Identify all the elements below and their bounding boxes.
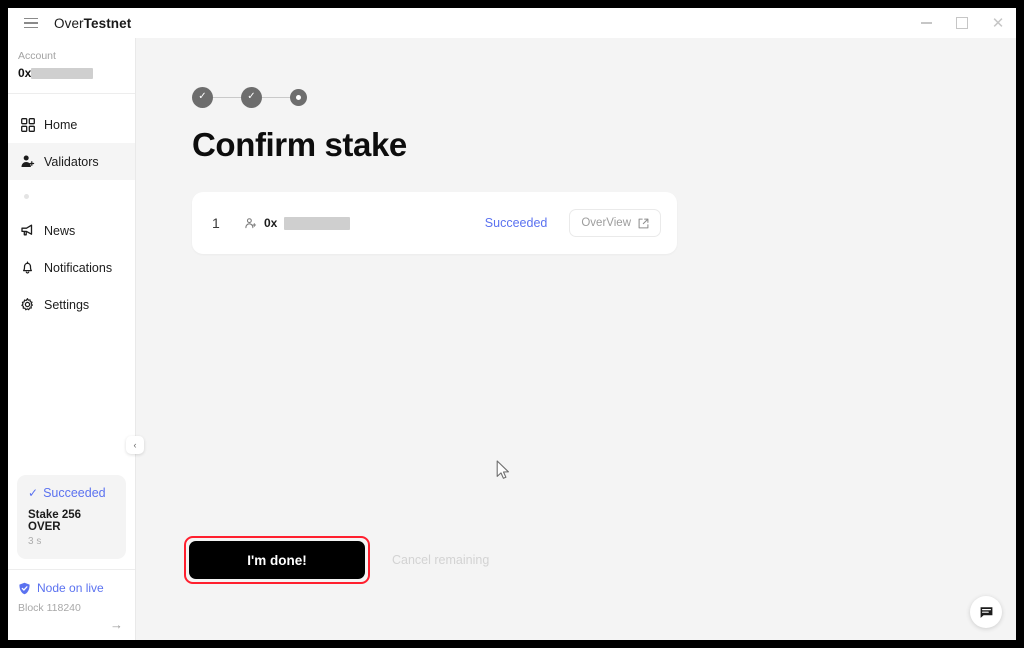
sidebar-item-notifications[interactable]: Notifications bbox=[8, 249, 135, 286]
main-content: ✓ ✓ Confirm stake 1 0x Succeeded OverVie… bbox=[136, 38, 1016, 640]
chat-button[interactable] bbox=[970, 596, 1002, 628]
external-link-icon bbox=[638, 218, 649, 229]
stepper: ✓ ✓ bbox=[192, 86, 1016, 108]
grid-icon bbox=[20, 117, 35, 132]
hamburger-icon[interactable] bbox=[16, 8, 46, 38]
node-status-section[interactable]: Node on live Block 118240 → bbox=[8, 569, 135, 640]
validator-status: Succeeded bbox=[484, 216, 548, 230]
sidebar-item-label: News bbox=[44, 223, 76, 238]
node-detail-arrow-icon[interactable]: → bbox=[18, 618, 125, 631]
sidebar: Account 0x Home Validators News Notifica… bbox=[8, 38, 144, 640]
sidebar-item-home[interactable]: Home bbox=[8, 106, 135, 143]
step-1-complete[interactable]: ✓ bbox=[192, 86, 213, 108]
status-toast[interactable]: ✓ Succeeded Stake 256 OVER 3 s bbox=[17, 475, 126, 559]
step-2-complete[interactable]: ✓ bbox=[241, 86, 262, 108]
sidebar-item-label: Settings bbox=[44, 297, 90, 312]
cancel-remaining-link[interactable]: Cancel remaining bbox=[392, 553, 489, 567]
toast-status: ✓ Succeeded bbox=[28, 486, 115, 500]
check-icon: ✓ bbox=[247, 91, 256, 102]
app-title-regular: Over bbox=[54, 15, 84, 31]
shield-check-icon bbox=[18, 582, 31, 595]
overview-button-label: OverView bbox=[581, 217, 631, 229]
node-status-label: Node on live bbox=[37, 581, 104, 595]
title-bar: OverTestnet ✕ bbox=[8, 8, 1016, 38]
validator-address-prefix: 0x bbox=[264, 216, 278, 230]
node-block-number: Block 118240 bbox=[18, 602, 81, 614]
check-icon: ✓ bbox=[28, 486, 39, 500]
mouse-cursor bbox=[496, 460, 512, 487]
node-status: Node on live bbox=[18, 581, 125, 595]
sidebar-item-label: Notifications bbox=[44, 260, 113, 275]
sidebar-item-validators[interactable]: Validators bbox=[8, 143, 135, 180]
account-address-redacted bbox=[31, 67, 94, 79]
overview-button[interactable]: OverView bbox=[569, 209, 661, 237]
toast-status-label: Succeeded bbox=[43, 486, 106, 500]
validator-address-redacted bbox=[284, 216, 351, 230]
toast-elapsed: 3 s bbox=[28, 536, 42, 547]
close-button[interactable]: ✕ bbox=[980, 8, 1016, 38]
megaphone-icon bbox=[20, 223, 35, 238]
maximize-button[interactable] bbox=[944, 8, 980, 38]
minimize-button[interactable] bbox=[908, 8, 944, 38]
action-bar: I'm done! Cancel remaining bbox=[184, 536, 489, 584]
validator-address: 0x bbox=[244, 216, 351, 230]
validator-index: 1 bbox=[212, 215, 220, 231]
sidebar-item-placeholder[interactable] bbox=[8, 180, 135, 212]
check-icon: ✓ bbox=[198, 91, 207, 102]
sidebar-item-label: Home bbox=[44, 117, 78, 132]
sidebar-item-label: Validators bbox=[44, 154, 99, 169]
bell-icon bbox=[20, 260, 35, 275]
step-connector bbox=[213, 96, 241, 98]
person-icon bbox=[20, 154, 35, 169]
window-controls: ✕ bbox=[908, 8, 1016, 38]
toast-description: Stake 256 OVER bbox=[28, 509, 82, 533]
account-address: 0x bbox=[18, 66, 125, 80]
app-title: OverTestnet bbox=[54, 16, 131, 31]
dot-icon bbox=[296, 94, 301, 100]
account-section[interactable]: Account 0x bbox=[8, 38, 135, 94]
app-title-bold: Testnet bbox=[83, 15, 132, 31]
dot-icon bbox=[24, 193, 29, 199]
done-button[interactable]: I'm done! bbox=[189, 541, 365, 579]
step-connector bbox=[262, 96, 290, 98]
person-icon bbox=[244, 217, 257, 230]
sidebar-collapse-toggle[interactable]: ‹ bbox=[126, 436, 144, 454]
account-label: Account bbox=[18, 50, 56, 62]
sidebar-item-settings[interactable]: Settings bbox=[8, 286, 135, 323]
window-body: Account 0x Home Validators News Notifica… bbox=[8, 38, 1016, 640]
sidebar-item-news[interactable]: News bbox=[8, 212, 135, 249]
done-button-highlight: I'm done! bbox=[184, 536, 370, 584]
page-title: Confirm stake bbox=[192, 126, 407, 163]
application-window: OverTestnet ✕ Account 0x Home Validators… bbox=[8, 8, 1016, 640]
validator-row: 1 0x Succeeded OverView bbox=[192, 192, 677, 254]
gear-icon bbox=[20, 297, 35, 312]
account-address-prefix: 0x bbox=[18, 66, 32, 80]
step-3-current[interactable] bbox=[290, 88, 307, 106]
chat-icon bbox=[979, 605, 994, 620]
sidebar-nav: Home Validators News Notifications Setti… bbox=[8, 94, 135, 323]
